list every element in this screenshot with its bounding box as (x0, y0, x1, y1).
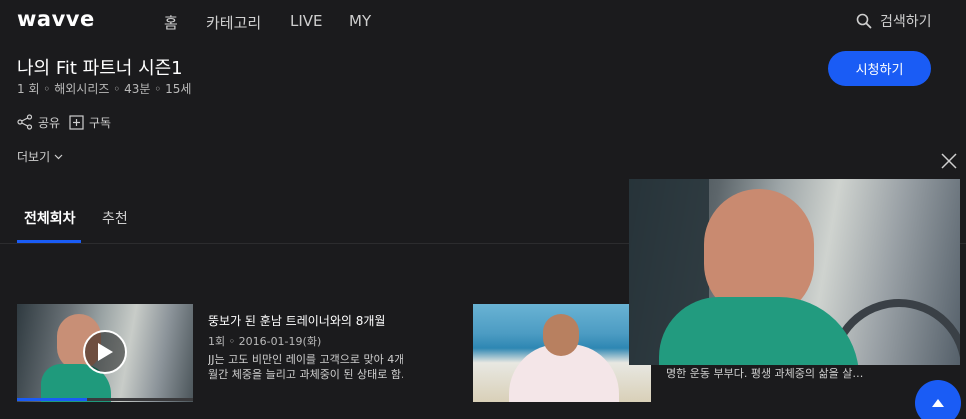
watch-progress-bar (17, 398, 193, 401)
search-button[interactable]: 검색하기 (856, 10, 932, 32)
share-label: 공유 (38, 115, 61, 130)
episode-title[interactable]: 뚱보가 된 훈남 트레이너와의 8개월 (208, 312, 385, 329)
share-button[interactable]: 공유 (17, 113, 60, 131)
share-icon (17, 114, 33, 130)
top-navigation: wavve 홈 카테고리 LIVE MY 검색하기 (0, 0, 966, 42)
thumbnail-head (543, 314, 579, 356)
nav-live[interactable]: LIVE (290, 12, 323, 30)
play-button[interactable] (83, 330, 127, 374)
mini-video-player[interactable] (629, 179, 960, 365)
episode-description-line2: 월간 체중을 늘리고 과체중이 된 상태로 함… (208, 368, 403, 381)
tab-all-episodes[interactable]: 전체회차 (24, 208, 76, 228)
search-icon (856, 13, 872, 29)
program-meta: 1 회 ◦ 해외시리즈 ◦ 43분 ◦ 15세 (17, 82, 192, 96)
program-title: 나의 Fit 파트너 시즌1 (17, 58, 183, 79)
play-icon (98, 343, 113, 361)
episode-description-partial: 명한 운동 부부다. 평생 과체중의 삶을 살… (666, 367, 864, 380)
nav-my[interactable]: MY (349, 12, 371, 30)
scroll-top-button[interactable] (915, 380, 961, 419)
watch-progress-fill (17, 398, 88, 401)
arrow-up-icon (932, 399, 944, 407)
close-icon[interactable] (940, 152, 958, 170)
more-button[interactable]: 더보기 (17, 148, 63, 165)
search-label: 검색하기 (880, 14, 932, 30)
subscribe-button[interactable]: 구독 (69, 113, 111, 131)
episode-description-line1: JJ는 고도 비만인 레이를 고객으로 맞아 4개 (208, 353, 403, 366)
plus-square-icon (69, 114, 84, 130)
watch-button[interactable]: 시청하기 (828, 51, 931, 86)
nav-home[interactable]: 홈 (164, 12, 178, 33)
subscribe-label: 구독 (89, 115, 112, 130)
chevron-down-icon (54, 154, 63, 160)
video-frame-shirt (659, 297, 859, 365)
nav-category[interactable]: 카테고리 (206, 12, 261, 33)
tab-recommended[interactable]: 추천 (102, 208, 128, 228)
more-label: 더보기 (17, 150, 51, 164)
episode-meta: 1회 ◦ 2016-01-19(화) (208, 335, 322, 348)
wavve-logo[interactable]: wavve (17, 7, 95, 31)
episode-thumbnail[interactable] (473, 304, 651, 402)
episode-thumbnail[interactable] (17, 304, 193, 402)
